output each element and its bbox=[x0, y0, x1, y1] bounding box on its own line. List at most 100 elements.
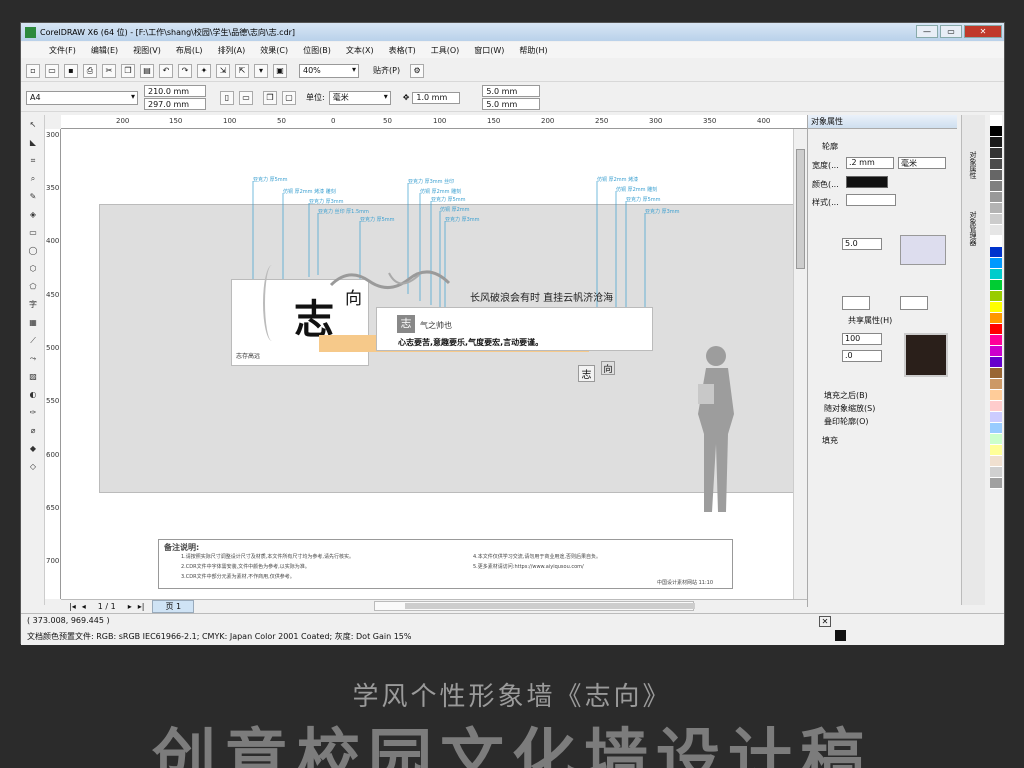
zoom-level-dropdown[interactable]: 40% bbox=[299, 63, 359, 78]
connector-tool-icon[interactable]: ⤳ bbox=[25, 351, 41, 367]
maximize-button[interactable]: ▭ bbox=[940, 25, 962, 38]
vertical-scrollbar[interactable] bbox=[793, 129, 807, 599]
prev-page-button[interactable]: ◂ bbox=[82, 602, 86, 611]
palette-swatch[interactable] bbox=[990, 269, 1002, 280]
interactive-fill-icon[interactable]: ◇ bbox=[25, 459, 41, 475]
color-profile-text[interactable]: 文档颜色预置文件: RGB: sRGB IEC61966-2.1; CMYK: … bbox=[27, 631, 411, 642]
menu-help[interactable]: 帮助(H) bbox=[519, 45, 547, 56]
last-page-button[interactable]: ▸| bbox=[138, 602, 145, 611]
open-folder-icon[interactable]: ▭ bbox=[45, 63, 59, 78]
options-icon[interactable]: ⚙ bbox=[410, 63, 425, 78]
palette-swatch[interactable] bbox=[990, 291, 1002, 302]
palette-swatch[interactable] bbox=[990, 379, 1002, 390]
menu-window[interactable]: 窗口(W) bbox=[474, 45, 504, 56]
menu-arrange[interactable]: 排列(A) bbox=[218, 45, 246, 56]
minimize-button[interactable]: — bbox=[916, 25, 938, 38]
fill-section[interactable]: 填充 bbox=[822, 435, 838, 446]
crop-tool-icon[interactable]: ⌗ bbox=[25, 153, 41, 169]
menu-layout[interactable]: 布局(L) bbox=[176, 45, 203, 56]
color-palette[interactable] bbox=[987, 115, 1005, 615]
scale-with-object-checkbox[interactable]: 随对象缩放(S) bbox=[824, 403, 875, 414]
hscroll-thumb[interactable] bbox=[405, 603, 696, 609]
menu-edit[interactable]: 编辑(E) bbox=[91, 45, 118, 56]
page-width-field[interactable]: 210.0 mm bbox=[144, 85, 206, 97]
outline-unit-dropdown[interactable]: 毫米 bbox=[898, 157, 946, 169]
palette-swatch[interactable] bbox=[990, 192, 1002, 203]
palette-swatch[interactable] bbox=[990, 390, 1002, 401]
menu-file[interactable]: 文件(F) bbox=[49, 45, 76, 56]
search-content-icon[interactable]: ✦ bbox=[197, 63, 211, 78]
palette-swatch[interactable] bbox=[990, 368, 1002, 379]
rectangle-tool-icon[interactable]: ▭ bbox=[25, 225, 41, 241]
transparency-tool-icon[interactable]: ◐ bbox=[25, 387, 41, 403]
scroll-thumb[interactable] bbox=[796, 149, 805, 269]
all-pages-icon[interactable]: ❐ bbox=[263, 90, 277, 105]
fill-tool-icon[interactable]: ◆ bbox=[25, 441, 41, 457]
horizontal-scrollbar[interactable] bbox=[374, 601, 696, 611]
palette-swatch[interactable] bbox=[990, 467, 1002, 478]
palette-swatch[interactable] bbox=[990, 225, 1002, 236]
overprint-outline-checkbox[interactable]: 叠印轮廓(O) bbox=[824, 416, 869, 427]
angle-field[interactable]: .0 bbox=[842, 350, 882, 362]
blend-tool-icon[interactable]: ▨ bbox=[25, 369, 41, 385]
new-doc-icon[interactable]: ▫ bbox=[26, 63, 40, 78]
fill-behind-checkbox[interactable]: 填充之后(B) bbox=[824, 390, 868, 401]
palette-swatch[interactable] bbox=[990, 115, 1002, 126]
drawing-canvas[interactable]: 亚克力 厚5mm 仿铜 厚2mm 烤漆 雕刻 亚克力 厚3mm 亚克力 丝印 厚… bbox=[61, 129, 811, 599]
tab-object-properties[interactable]: 对象属性 bbox=[968, 151, 978, 179]
copy-icon[interactable]: ❐ bbox=[121, 63, 135, 78]
export-icon[interactable]: ⇱ bbox=[235, 63, 249, 78]
palette-swatch[interactable] bbox=[990, 214, 1002, 225]
basic-shapes-icon[interactable]: ⬠ bbox=[25, 279, 41, 295]
palette-swatch[interactable] bbox=[990, 445, 1002, 456]
current-page-icon[interactable]: ▢ bbox=[282, 90, 296, 105]
share-attributes-checkbox[interactable]: 共享属性(H) bbox=[848, 315, 892, 326]
palette-swatch[interactable] bbox=[990, 434, 1002, 445]
landscape-icon[interactable]: ▭ bbox=[239, 90, 253, 105]
unit-dropdown[interactable]: 毫米 bbox=[328, 90, 391, 105]
palette-swatch[interactable] bbox=[990, 137, 1002, 148]
palette-swatch[interactable] bbox=[990, 302, 1002, 313]
first-page-button[interactable]: |◂ bbox=[69, 602, 76, 611]
arrowhead-start-dropdown[interactable] bbox=[842, 296, 870, 310]
tab-object-manager[interactable]: 对象管理器 bbox=[968, 211, 978, 246]
eyedropper-icon[interactable]: ✑ bbox=[25, 405, 41, 421]
cut-icon[interactable]: ✂ bbox=[102, 63, 116, 78]
arrowhead-end-dropdown[interactable] bbox=[900, 296, 928, 310]
stretch-percent-field[interactable]: 100 bbox=[842, 333, 882, 345]
palette-swatch[interactable] bbox=[990, 423, 1002, 434]
polygon-tool-icon[interactable]: ⬡ bbox=[25, 261, 41, 277]
menu-view[interactable]: 视图(V) bbox=[133, 45, 161, 56]
undo-icon[interactable]: ↶ bbox=[159, 63, 173, 78]
palette-swatch[interactable] bbox=[990, 313, 1002, 324]
menu-effects[interactable]: 效果(C) bbox=[260, 45, 288, 56]
outline-width-field[interactable]: .2 mm bbox=[846, 157, 894, 169]
line-caps-group[interactable] bbox=[900, 235, 946, 265]
palette-swatch[interactable] bbox=[990, 236, 1002, 247]
page-size-dropdown[interactable]: A4 bbox=[26, 90, 138, 105]
palette-swatch[interactable] bbox=[990, 203, 1002, 214]
pick-tool-icon[interactable]: ↖ bbox=[25, 117, 41, 133]
palette-swatch[interactable] bbox=[990, 401, 1002, 412]
palette-swatch[interactable] bbox=[990, 148, 1002, 159]
page-tab[interactable]: 页 1 bbox=[152, 599, 195, 613]
save-icon[interactable]: ▪ bbox=[64, 63, 78, 78]
palette-swatch[interactable] bbox=[990, 159, 1002, 170]
palette-swatch[interactable] bbox=[990, 258, 1002, 269]
import-icon[interactable]: ⇲ bbox=[216, 63, 230, 78]
palette-swatch[interactable] bbox=[990, 346, 1002, 357]
welcome-screen-icon[interactable]: ▣ bbox=[273, 63, 287, 78]
palette-swatch[interactable] bbox=[990, 280, 1002, 291]
paste-icon[interactable]: ▤ bbox=[140, 63, 154, 78]
outline-section[interactable]: 轮廓 bbox=[822, 141, 838, 152]
next-page-button[interactable]: ▸ bbox=[128, 602, 132, 611]
print-icon[interactable]: ⎙ bbox=[83, 63, 97, 78]
snap-to-dropdown[interactable]: 贴齐(P) bbox=[373, 65, 400, 76]
redo-icon[interactable]: ↷ bbox=[178, 63, 192, 78]
outline-pen-icon[interactable]: ⌀ bbox=[25, 423, 41, 439]
duplicate-x-field[interactable]: 5.0 mm bbox=[482, 85, 541, 97]
palette-swatch[interactable] bbox=[990, 170, 1002, 181]
palette-swatch[interactable] bbox=[990, 478, 1002, 489]
palette-swatch[interactable] bbox=[990, 456, 1002, 467]
table-tool-icon[interactable]: ▦ bbox=[25, 315, 41, 331]
